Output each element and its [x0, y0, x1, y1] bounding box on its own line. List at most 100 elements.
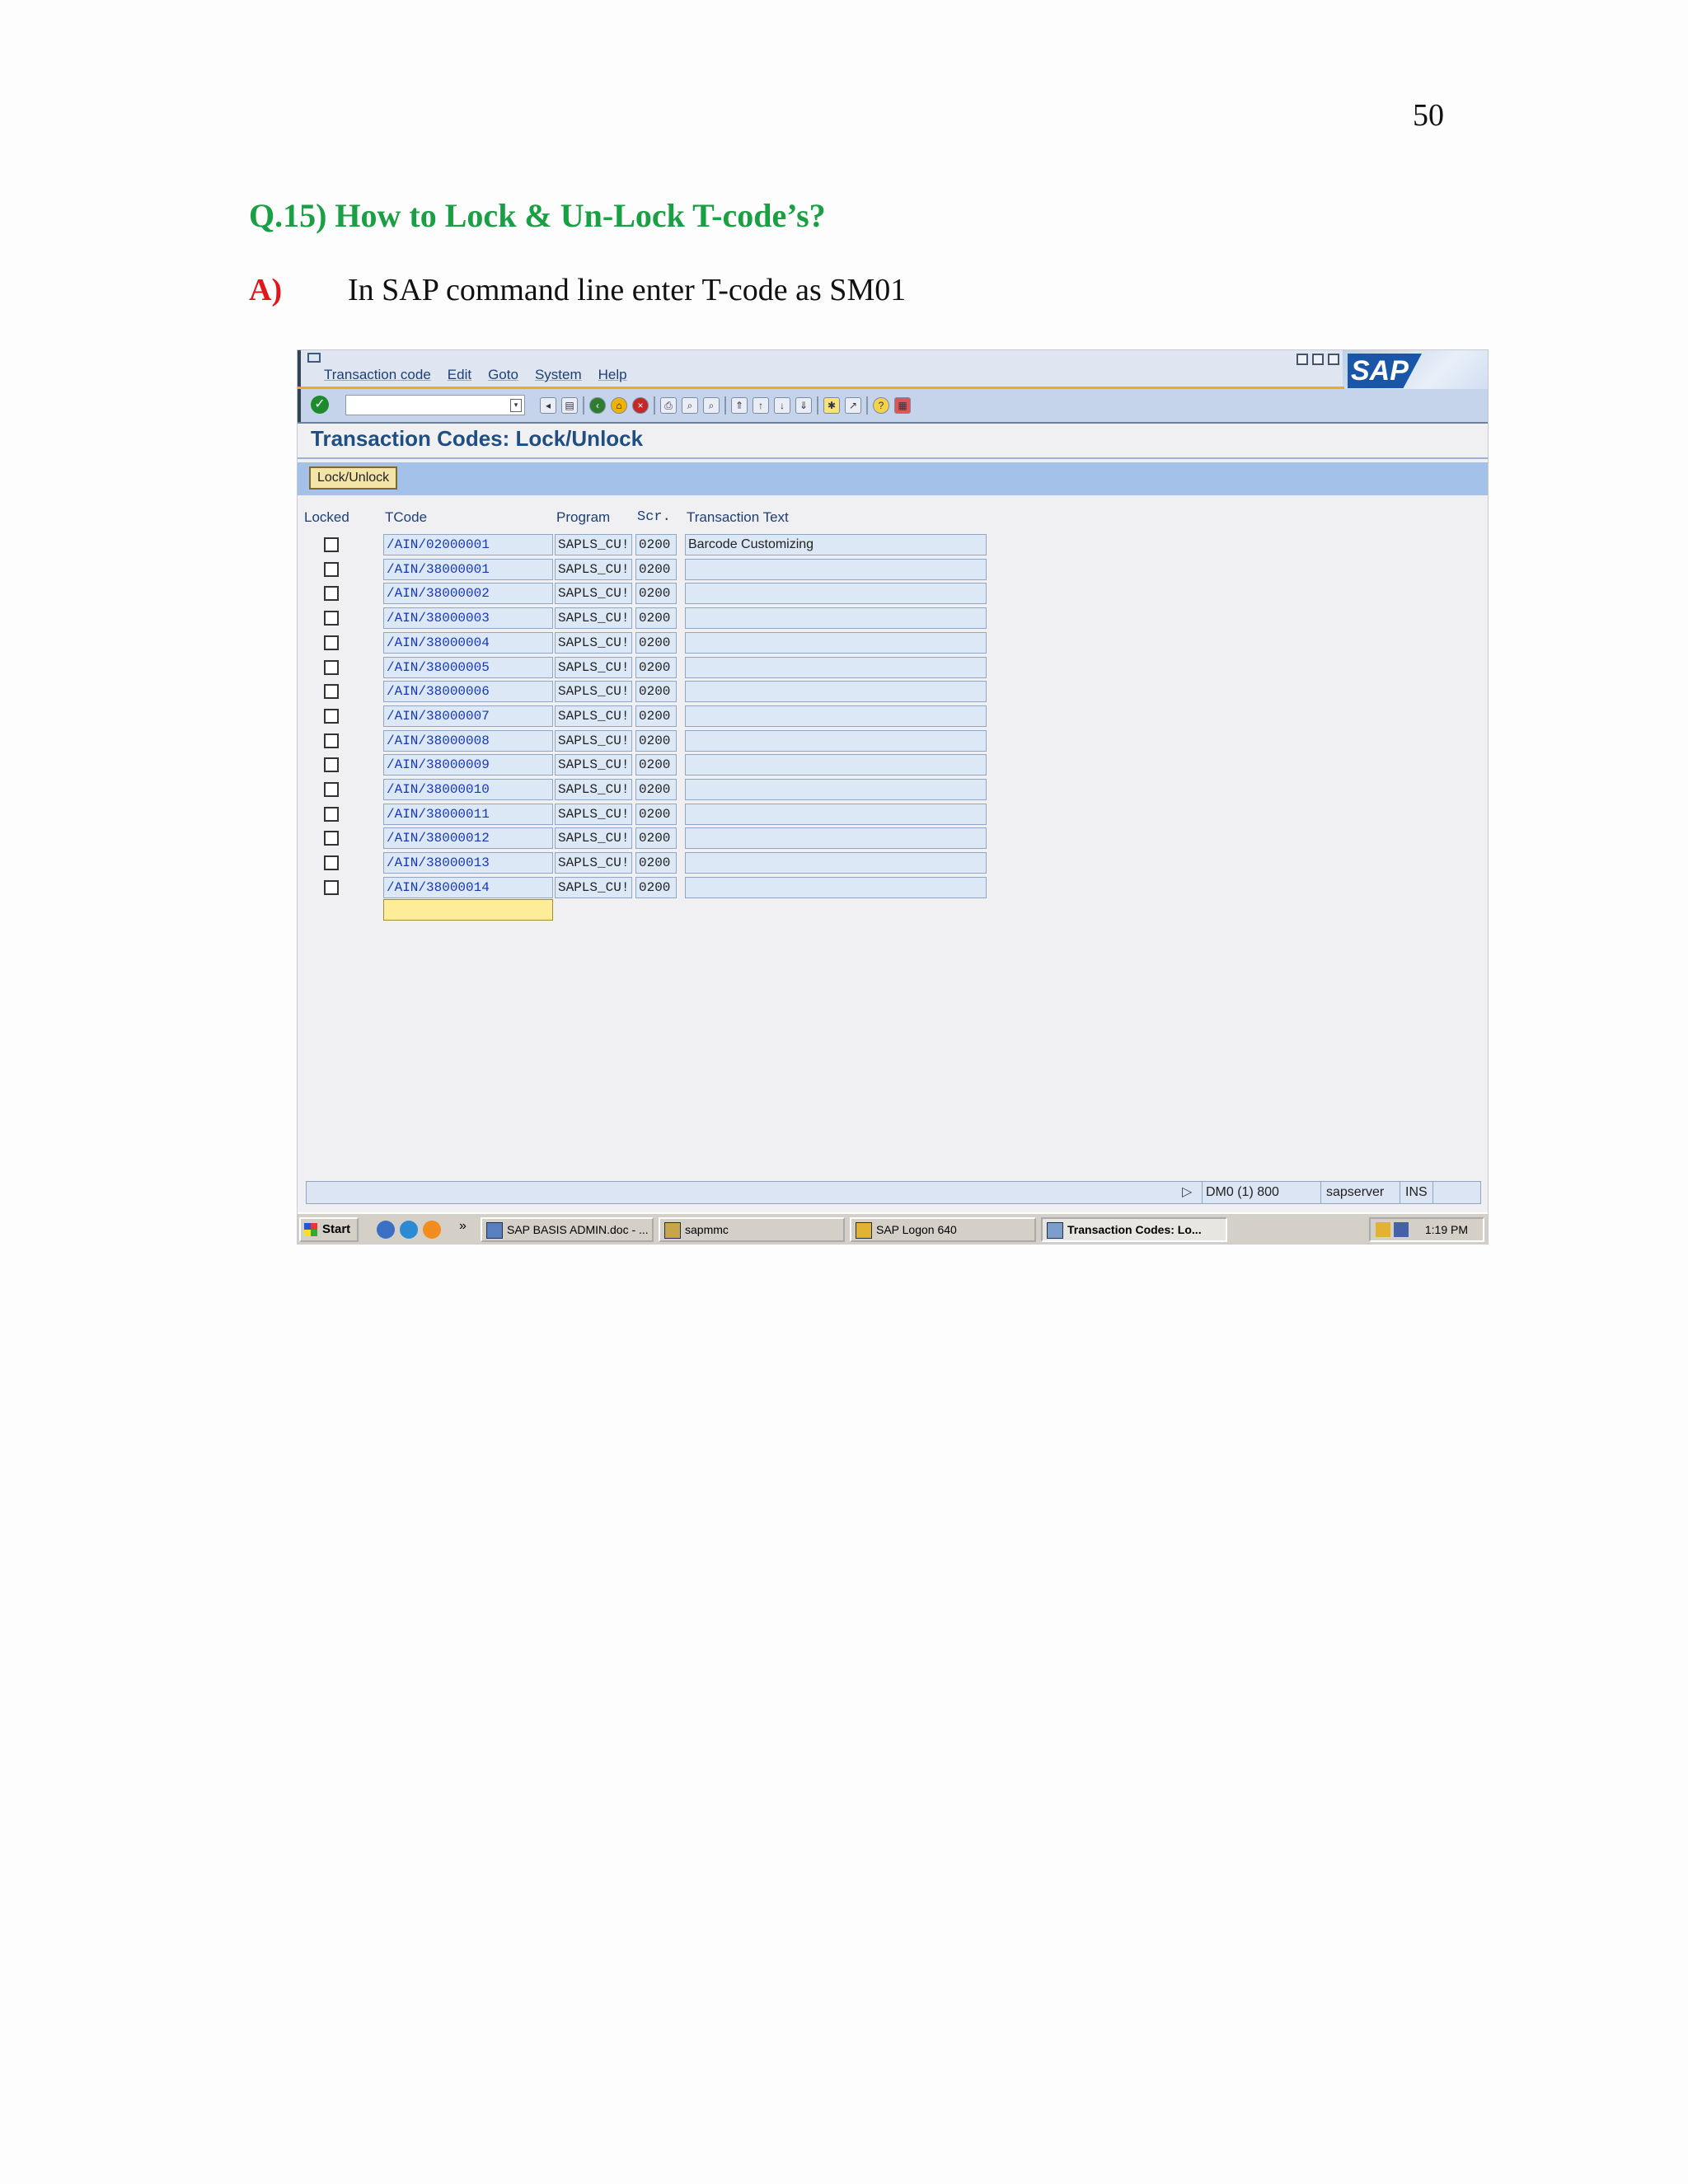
- screen-cell[interactable]: 0200: [635, 827, 677, 850]
- transaction-text-cell[interactable]: Barcode Customizing: [685, 534, 987, 555]
- previous-page-icon[interactable]: ↑: [753, 397, 769, 414]
- program-cell[interactable]: SAPLS_CU!: [555, 631, 632, 654]
- locked-checkbox[interactable]: [324, 831, 339, 846]
- transaction-text-cell[interactable]: [685, 876, 987, 898]
- screen-cell[interactable]: 0200: [635, 876, 677, 898]
- dropdown-icon[interactable]: ▾: [510, 399, 522, 412]
- command-field[interactable]: ▾: [345, 395, 525, 415]
- desktop-icon[interactable]: [377, 1221, 395, 1239]
- locked-checkbox[interactable]: [324, 537, 339, 552]
- menu-transaction-code[interactable]: Transaction code: [324, 367, 431, 383]
- program-cell[interactable]: SAPLS_CU!: [555, 681, 632, 703]
- back-icon[interactable]: ‹: [589, 397, 606, 414]
- program-cell[interactable]: SAPLS_CU!: [555, 705, 632, 727]
- task-word-doc[interactable]: SAP BASIS ADMIN.doc - ...: [481, 1217, 654, 1242]
- locked-checkbox[interactable]: [324, 561, 339, 577]
- locked-checkbox[interactable]: [324, 733, 339, 748]
- program-cell[interactable]: SAPLS_CU!: [555, 803, 632, 825]
- program-cell[interactable]: SAPLS_CU!: [555, 876, 632, 898]
- close-icon[interactable]: [1328, 354, 1339, 365]
- help-icon[interactable]: ?: [873, 397, 889, 414]
- program-cell[interactable]: SAPLS_CU!: [555, 558, 632, 580]
- program-cell[interactable]: SAPLS_CU!: [555, 607, 632, 630]
- locked-checkbox[interactable]: [324, 708, 339, 724]
- transaction-text-cell[interactable]: [685, 631, 987, 654]
- task-transaction-codes[interactable]: Transaction Codes: Lo...: [1041, 1217, 1227, 1242]
- enter-check-icon[interactable]: ✓: [311, 396, 329, 414]
- customize-layout-icon[interactable]: ▦: [894, 397, 911, 414]
- media-player-icon[interactable]: [423, 1221, 441, 1239]
- locked-checkbox[interactable]: [324, 806, 339, 822]
- screen-cell[interactable]: 0200: [635, 754, 677, 776]
- sap-tray-icon[interactable]: [1376, 1222, 1390, 1237]
- task-sap-logon[interactable]: SAP Logon 640: [850, 1217, 1036, 1242]
- find-icon[interactable]: ⌕: [682, 397, 698, 414]
- locked-checkbox[interactable]: [324, 782, 339, 797]
- next-page-icon[interactable]: ↓: [774, 397, 790, 414]
- transaction-text-cell[interactable]: [685, 852, 987, 874]
- transaction-text-cell[interactable]: [685, 729, 987, 752]
- system-menu-icon[interactable]: [307, 353, 321, 363]
- internet-explorer-icon[interactable]: [400, 1221, 418, 1239]
- tcode-cell[interactable]: /AIN/38000006: [383, 681, 553, 703]
- transaction-text-cell[interactable]: [685, 681, 987, 703]
- status-expand-icon[interactable]: ▷: [1182, 1183, 1192, 1200]
- shortcut-icon[interactable]: ↗: [845, 397, 861, 414]
- locked-checkbox[interactable]: [324, 757, 339, 773]
- maximize-icon[interactable]: [1312, 354, 1324, 365]
- transaction-text-cell[interactable]: [685, 827, 987, 850]
- print-icon[interactable]: ⎙: [660, 397, 677, 414]
- transaction-text-cell[interactable]: [685, 779, 987, 800]
- transaction-text-cell[interactable]: [685, 754, 987, 776]
- tcode-cell[interactable]: /AIN/38000004: [383, 631, 553, 654]
- transaction-text-cell[interactable]: [685, 803, 987, 825]
- transaction-text-cell[interactable]: [685, 656, 987, 678]
- cancel-icon[interactable]: ×: [632, 397, 649, 414]
- menu-system[interactable]: System: [535, 367, 582, 383]
- screen-cell[interactable]: 0200: [635, 656, 677, 678]
- screen-cell[interactable]: 0200: [635, 852, 677, 874]
- tcode-cell[interactable]: /AIN/38000005: [383, 656, 553, 678]
- task-sapmmc[interactable]: sapmmc: [659, 1217, 845, 1242]
- back-arrow-icon[interactable]: ◂: [540, 397, 556, 414]
- create-session-icon[interactable]: ✱: [823, 397, 840, 414]
- lock-unlock-button[interactable]: Lock/Unlock: [309, 466, 398, 490]
- new-tcode-input[interactable]: [383, 899, 553, 921]
- screen-cell[interactable]: 0200: [635, 607, 677, 630]
- tcode-cell[interactable]: /AIN/02000001: [383, 534, 553, 555]
- screen-cell[interactable]: 0200: [635, 534, 677, 555]
- first-page-icon[interactable]: ⇑: [731, 397, 748, 414]
- find-next-icon[interactable]: ⌕: [703, 397, 720, 414]
- tcode-cell[interactable]: /AIN/38000002: [383, 583, 553, 605]
- screen-cell[interactable]: 0200: [635, 558, 677, 580]
- tcode-cell[interactable]: /AIN/38000001: [383, 558, 553, 580]
- locked-checkbox[interactable]: [324, 635, 339, 650]
- program-cell[interactable]: SAPLS_CU!: [555, 827, 632, 850]
- minimize-icon[interactable]: [1296, 354, 1308, 365]
- transaction-text-cell[interactable]: [685, 583, 987, 605]
- locked-checkbox[interactable]: [324, 659, 339, 675]
- menu-goto[interactable]: Goto: [488, 367, 518, 383]
- screen-cell[interactable]: 0200: [635, 631, 677, 654]
- screen-cell[interactable]: 0200: [635, 779, 677, 800]
- tcode-cell[interactable]: /AIN/38000008: [383, 729, 553, 752]
- program-cell[interactable]: SAPLS_CU!: [555, 779, 632, 800]
- tcode-cell[interactable]: /AIN/38000007: [383, 705, 553, 727]
- program-cell[interactable]: SAPLS_CU!: [555, 729, 632, 752]
- locked-checkbox[interactable]: [324, 684, 339, 700]
- program-cell[interactable]: SAPLS_CU!: [555, 583, 632, 605]
- tcode-cell[interactable]: /AIN/38000012: [383, 827, 553, 850]
- program-cell[interactable]: SAPLS_CU!: [555, 656, 632, 678]
- tcode-cell[interactable]: /AIN/38000010: [383, 779, 553, 800]
- locked-checkbox[interactable]: [324, 586, 339, 602]
- transaction-text-cell[interactable]: [685, 558, 987, 580]
- save-icon[interactable]: ▤: [561, 397, 578, 414]
- program-cell[interactable]: SAPLS_CU!: [555, 852, 632, 874]
- menu-help[interactable]: Help: [598, 367, 627, 383]
- more-quick-launch[interactable]: »: [459, 1219, 467, 1234]
- exit-icon[interactable]: ⌂: [611, 397, 627, 414]
- screen-cell[interactable]: 0200: [635, 729, 677, 752]
- transaction-text-cell[interactable]: [685, 607, 987, 630]
- start-button[interactable]: Start: [299, 1217, 359, 1242]
- network-icon[interactable]: [1394, 1222, 1409, 1237]
